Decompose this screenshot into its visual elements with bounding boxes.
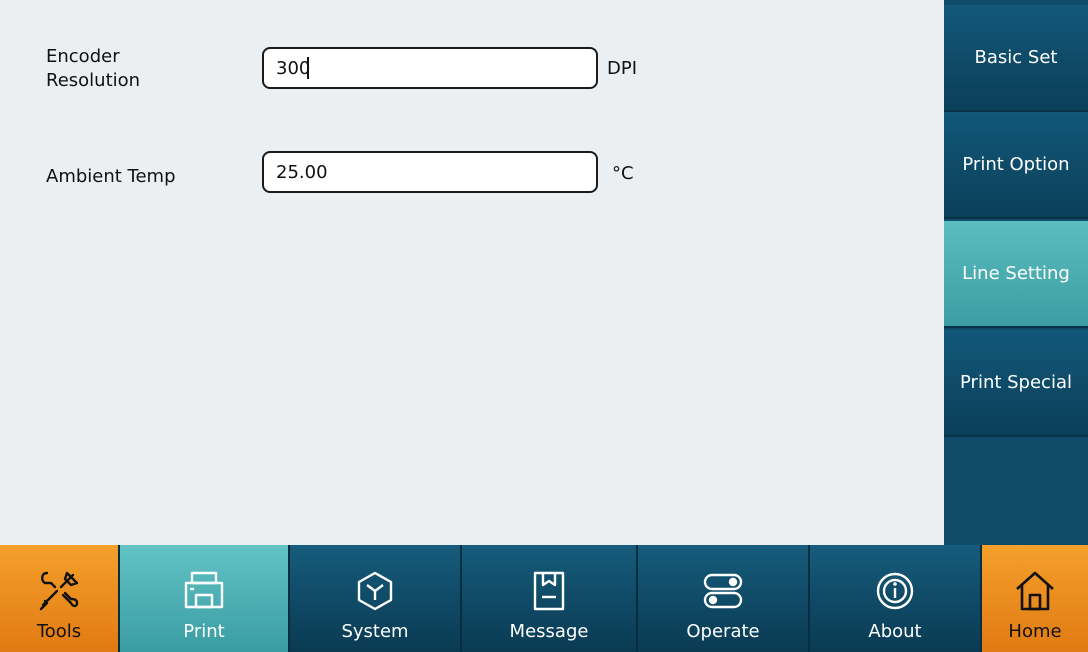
ambient-temp-label: Ambient Temp bbox=[46, 166, 176, 187]
nav-system[interactable]: System bbox=[290, 545, 462, 652]
system-icon bbox=[357, 571, 393, 611]
nav-operate[interactable]: Operate bbox=[638, 545, 810, 652]
nav-label: System bbox=[341, 621, 409, 642]
ambient-temp-input[interactable] bbox=[262, 151, 598, 193]
home-icon bbox=[1016, 571, 1054, 611]
text-caret bbox=[307, 57, 309, 79]
printer-icon bbox=[184, 571, 224, 609]
sidebar-item-line-setting[interactable]: Line Setting bbox=[944, 221, 1088, 328]
encoder-unit-label: DPI bbox=[607, 58, 638, 79]
ambient-temp-unit-label: °C bbox=[612, 163, 634, 184]
bottom-navigation: Tools Print System Message Operate About… bbox=[0, 545, 1088, 652]
nav-about[interactable]: About bbox=[810, 545, 982, 652]
nav-message[interactable]: Message bbox=[462, 545, 638, 652]
nav-label: About bbox=[868, 621, 922, 642]
sidebar-item-print-option[interactable]: Print Option bbox=[944, 112, 1088, 219]
info-icon bbox=[876, 572, 914, 610]
settings-sidebar: Basic Set Print Option Line Setting Prin… bbox=[944, 0, 1088, 545]
sidebar-item-label: Print Special bbox=[960, 372, 1072, 393]
settings-panel: Encoder Resolution DPI Ambient Temp °C bbox=[0, 0, 944, 545]
encoder-label-line1: Encoder bbox=[46, 46, 120, 67]
nav-label: Tools bbox=[36, 621, 82, 642]
nav-print[interactable]: Print bbox=[120, 545, 290, 652]
sidebar-item-basic-set[interactable]: Basic Set bbox=[944, 5, 1088, 112]
nav-label: Operate bbox=[686, 621, 760, 642]
nav-label: Message bbox=[509, 621, 589, 642]
encoder-label-line2: Resolution bbox=[46, 70, 141, 91]
operate-icon bbox=[703, 573, 743, 609]
sidebar-item-label: Line Setting bbox=[962, 263, 1070, 284]
sidebar-item-label: Print Option bbox=[962, 154, 1070, 175]
sidebar-item-print-special[interactable]: Print Special bbox=[944, 330, 1088, 437]
sidebar-item-label: Basic Set bbox=[974, 47, 1058, 68]
tools-icon bbox=[39, 571, 79, 611]
encoder-resolution-input[interactable] bbox=[262, 47, 598, 89]
nav-label: Print bbox=[183, 621, 225, 642]
nav-home[interactable]: Home bbox=[982, 545, 1088, 652]
encoder-resolution-label: Encoder Resolution bbox=[46, 45, 140, 93]
message-icon bbox=[533, 571, 565, 611]
nav-tools[interactable]: Tools bbox=[0, 545, 120, 652]
nav-label: Home bbox=[1008, 621, 1062, 642]
